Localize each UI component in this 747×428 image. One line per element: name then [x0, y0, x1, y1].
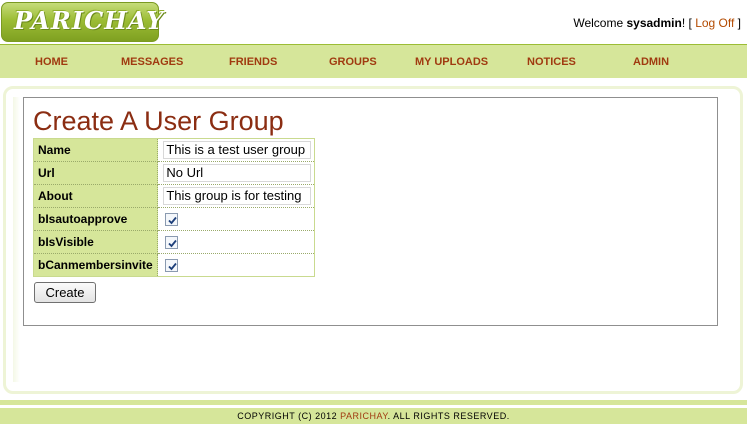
form-row-autoapprove: bIsautoapprove — [32, 207, 315, 231]
page-title: Create A User Group — [33, 106, 284, 136]
welcome-suffix: ! [ — [681, 16, 696, 30]
username: sysadmin — [626, 16, 682, 30]
nav-my-uploads[interactable]: MY UPLOADS — [415, 56, 488, 68]
nav-notices[interactable]: NOTICES — [527, 56, 576, 68]
logo-text: PARICHAY — [14, 6, 165, 35]
about-cell: This group is for testing — [157, 184, 315, 208]
create-group-form: Name This is a test user group Url No Ur… — [32, 138, 315, 277]
url-input[interactable]: No Url — [163, 164, 312, 182]
nav-home[interactable]: HOME — [35, 56, 68, 68]
nav-groups[interactable]: GROUPS — [329, 56, 377, 68]
autoapprove-cell — [157, 207, 315, 231]
footer-divider — [0, 400, 747, 405]
visible-cell — [157, 230, 315, 254]
autoapprove-checkbox[interactable] — [165, 212, 179, 226]
name-label: Name — [32, 138, 159, 162]
form-row-caninvite: bCanmembersinvite — [32, 253, 315, 277]
log-off-link[interactable]: Log Off — [695, 16, 734, 30]
caninvite-checkbox[interactable] — [165, 258, 179, 272]
checkmark-icon — [168, 216, 178, 224]
caninvite-cell — [157, 253, 315, 277]
form-row-about: About This group is for testing — [32, 184, 315, 208]
nav-friends[interactable]: FRIENDS — [229, 56, 277, 68]
about-label: About — [32, 184, 159, 208]
url-label: Url — [32, 161, 159, 185]
autoapprove-label: bIsautoapprove — [32, 207, 159, 231]
welcome-message: Welcome sysadmin! [ Log Off ] — [573, 16, 741, 30]
name-cell: This is a test user group — [157, 138, 315, 162]
visible-checkbox[interactable] — [165, 235, 179, 249]
header: PARICHAY Welcome sysadmin! [ Log Off ] — [0, 0, 747, 44]
welcome-prefix: Welcome — [573, 16, 627, 30]
visible-label: bIsVisible — [32, 230, 159, 254]
form-row-visible: bIsVisible — [32, 230, 315, 254]
main-nav: HOME MESSAGES FRIENDS GROUPS MY UPLOADS … — [0, 45, 747, 78]
bracket-close: ] — [734, 16, 741, 30]
form-row-url: Url No Url — [32, 161, 315, 185]
nav-messages[interactable]: MESSAGES — [121, 56, 183, 68]
about-input[interactable]: This group is for testing — [163, 187, 312, 205]
url-cell: No Url — [157, 161, 315, 185]
form-row-name: Name This is a test user group — [32, 138, 315, 162]
checkmark-icon — [168, 262, 178, 270]
nav-admin[interactable]: ADMIN — [633, 56, 669, 68]
create-button[interactable]: Create — [34, 282, 96, 303]
footer: COPYRIGHT (C) 2012 PARICHAY. ALL RIGHTS … — [0, 408, 747, 424]
site-logo[interactable]: PARICHAY — [1, 2, 163, 42]
footer-brand: PARICHAY — [340, 411, 388, 421]
caninvite-label: bCanmembersinvite — [32, 253, 159, 277]
footer-prefix: COPYRIGHT (C) 2012 — [237, 411, 341, 421]
checkmark-icon — [168, 239, 178, 247]
name-input[interactable]: This is a test user group — [163, 141, 312, 159]
frame-shadow — [13, 97, 20, 382]
footer-suffix: . ALL RIGHTS RESERVED. — [387, 411, 510, 421]
